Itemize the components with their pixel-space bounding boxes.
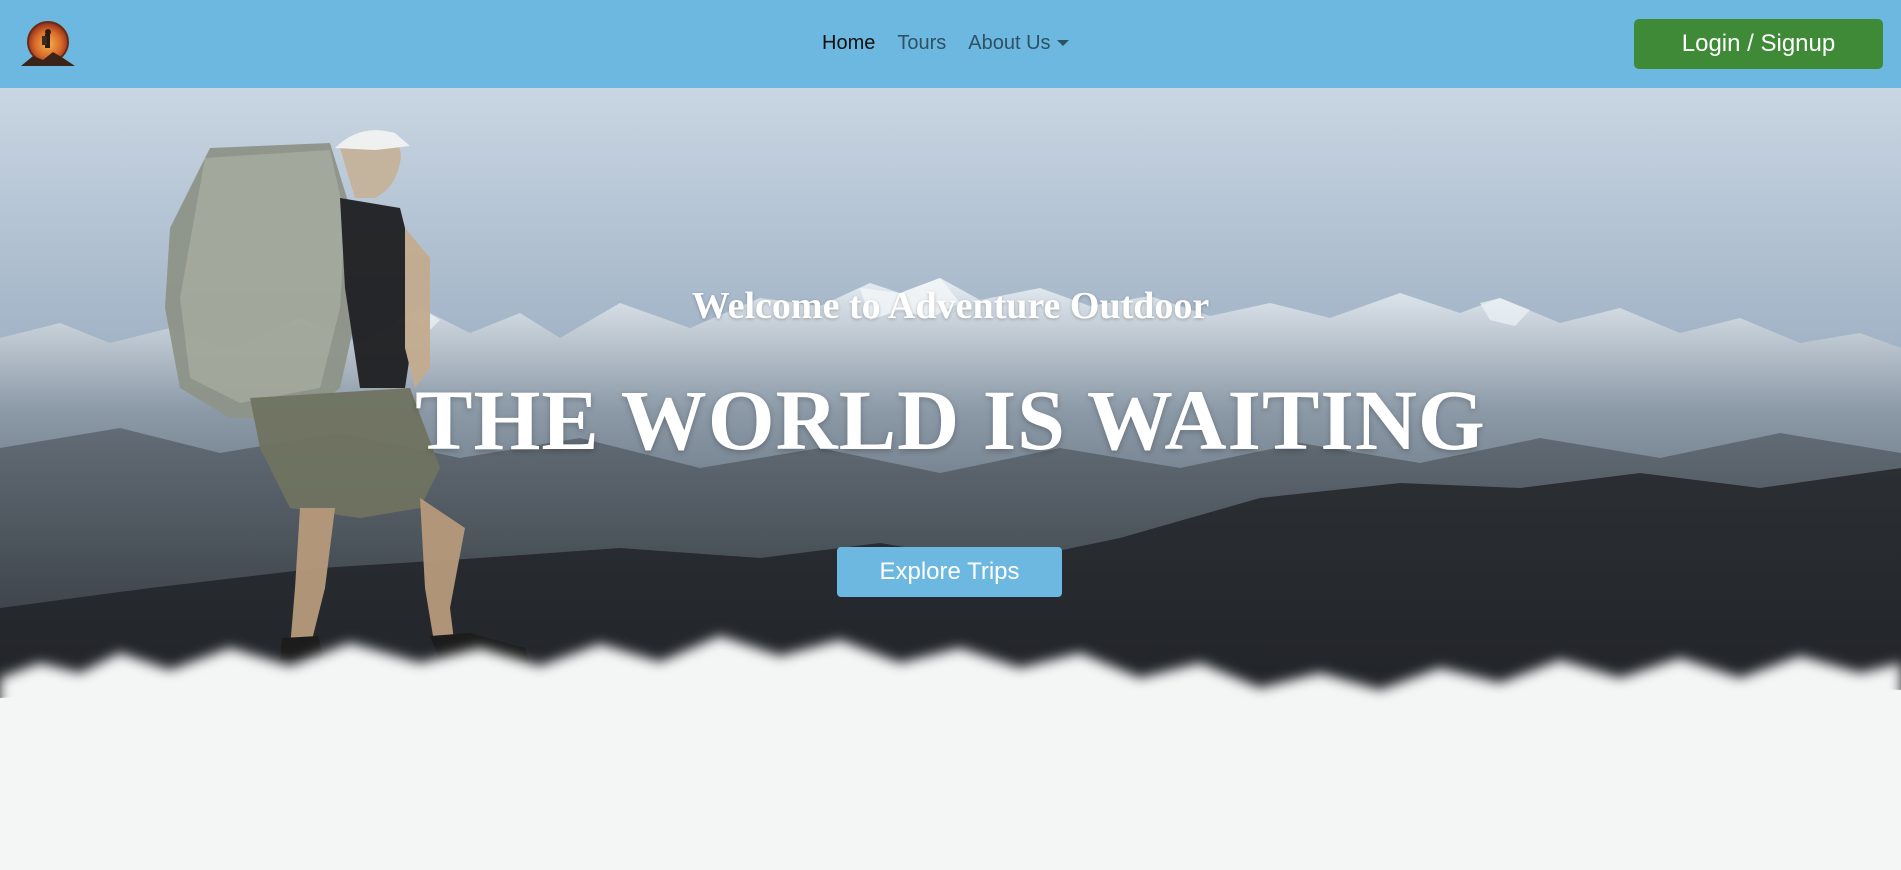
caret-down-icon [1056,40,1069,46]
nav-home-link[interactable]: Home [822,30,875,56]
main-nav: Home Tours About Us [822,30,1069,56]
page: Home Tours About Us Login / Signup Welco… [0,0,1901,870]
explore-trips-button[interactable]: Explore Trips [837,547,1062,597]
hero-background-image [0,88,1901,870]
hero-subtitle: Welcome to Adventure Outdoor [691,285,1210,327]
hero-section: Welcome to Adventure Outdoor THE WORLD I… [0,88,1901,870]
hero-title: THE WORLD IS WAITING [415,372,1486,468]
nav-tours-link[interactable]: Tours [897,30,946,56]
hiker-logo-icon[interactable] [17,20,79,70]
nav-about-us-dropdown[interactable]: About Us [968,30,1069,56]
navbar: Home Tours About Us Login / Signup [0,0,1901,88]
nav-about-us-label: About Us [968,32,1051,54]
login-signup-button[interactable]: Login / Signup [1634,19,1883,69]
